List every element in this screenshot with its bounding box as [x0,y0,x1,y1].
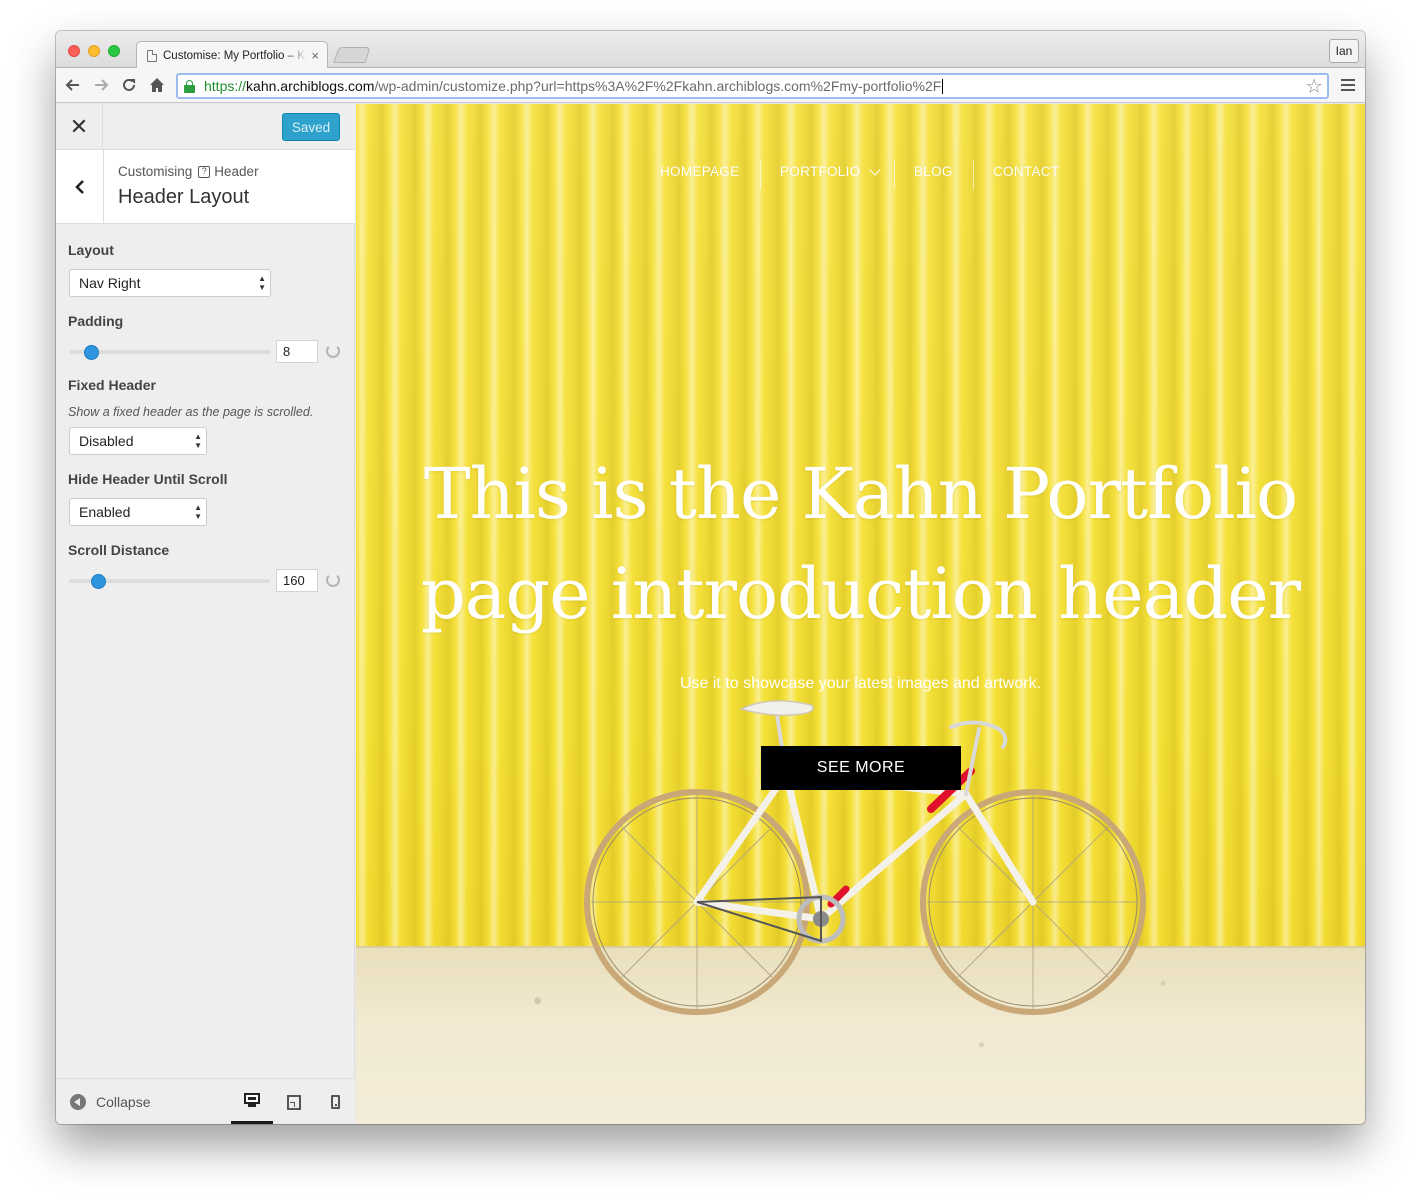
browser-window: Customise: My Portfolio – Kahn × Ian htt… [56,31,1365,1124]
nav-contact[interactable]: CONTACT [993,164,1059,179]
nav-divider [760,160,761,190]
hero-title: This is the Kahn Portfolio page introduc… [356,444,1365,644]
padding-slider-track[interactable] [69,350,270,354]
star-icon[interactable]: ☆ [1305,75,1323,97]
saved-button[interactable]: Saved [282,113,340,141]
lock-icon [184,79,195,93]
reload-icon[interactable] [118,74,140,96]
home-icon[interactable] [146,74,168,96]
layout-label: Layout [68,242,114,258]
padding-slider-thumb[interactable] [84,345,99,360]
section-title: Header Layout [118,186,250,208]
back-button[interactable] [56,150,104,223]
fixed-header-description: Show a fixed header as the page is scrol… [68,405,314,419]
select-arrows-icon: ▲ ▼ [194,432,202,450]
browser-toolbar: https://kahn.archiblogs.com/wp-admin/cus… [56,68,1365,103]
collapse-label: Collapse [96,1094,151,1110]
breadcrumb-section: Header [214,164,259,179]
fixed-header-select-value: Disabled [79,433,134,449]
nav-blog[interactable]: BLOG [914,164,953,179]
url-host: kahn.archiblogs.com [246,78,375,94]
hero-title-line-2: page introduction header [420,553,1301,635]
site-navigation: HOMEPAGE PORTFOLIO BLOG CONTACT [356,160,1365,190]
padding-number-input[interactable]: 8 [276,340,318,363]
close-window-button[interactable] [68,45,80,57]
hide-header-select-value: Enabled [79,504,131,520]
scroll-distance-number-input[interactable]: 160 [276,569,318,592]
hero-subtitle: Use it to showcase your latest images an… [679,675,1042,692]
page-icon [147,49,157,62]
text-caret [942,78,944,94]
url-scheme: https:// [204,78,247,94]
tab-strip: Customise: My Portfolio – Kahn × Ian [56,31,1365,69]
scroll-distance-label: Scroll Distance [68,542,170,558]
mobile-icon [330,1095,340,1109]
layout-select-value: Nav Right [79,275,141,291]
mobile-preview-button[interactable] [314,1079,356,1124]
collapse-button[interactable]: Collapse [70,1094,150,1110]
section-header: Customising ? Header Header Layout [56,150,355,224]
hide-header-select[interactable]: Enabled ▲ ▼ [69,498,207,526]
minimize-window-button[interactable] [88,45,100,57]
padding-reset-icon[interactable] [326,344,340,358]
customizer-panel: ✕ Saved Customising ? Header Header Layo… [56,104,355,1124]
scroll-distance-reset-icon[interactable] [326,573,340,587]
tab-close-icon[interactable]: × [311,48,319,63]
close-customizer-button[interactable]: ✕ [56,104,103,150]
customizer-header: ✕ Saved [56,104,355,150]
new-tab-button[interactable] [333,47,371,63]
nav-homepage[interactable]: HOMEPAGE [660,164,739,179]
hero-title-line-1: This is the Kahn Portfolio [423,453,1298,535]
chevron-down-icon [869,164,881,176]
nav-divider [973,160,974,190]
menu-icon[interactable] [1341,78,1355,92]
select-arrows-icon: ▲ ▼ [194,503,202,521]
maximize-window-button[interactable] [108,45,120,57]
browser-tab[interactable]: Customise: My Portfolio – Kahn × [136,41,328,69]
back-arrow-icon[interactable] [62,74,84,96]
fixed-header-label: Fixed Header [68,377,156,393]
tab-title: Customise: My Portfolio – Kahn [163,49,307,62]
customizer-footer: Collapse [56,1078,355,1124]
profile-button[interactable]: Ian [1329,39,1359,63]
help-icon[interactable]: ? [198,165,211,178]
address-bar[interactable]: https://kahn.archiblogs.com/wp-admin/cus… [176,73,1329,99]
nav-divider [894,160,895,190]
url-path: /wp-admin/customize.php?url=https%3A%2F%… [374,78,942,94]
site-preview: HOMEPAGE PORTFOLIO BLOG CONTACT This is … [356,104,1365,1124]
select-arrows-icon: ▲ ▼ [258,274,266,292]
tablet-icon [287,1094,301,1110]
layout-select[interactable]: Nav Right ▲ ▼ [69,269,271,297]
collapse-icon [70,1094,86,1110]
breadcrumb-prefix: Customising [118,164,193,179]
see-more-button[interactable]: SEE MORE [761,746,961,790]
nav-portfolio[interactable]: PORTFOLIO [780,164,860,179]
breadcrumb: Customising ? Header [118,164,259,179]
fixed-header-select[interactable]: Disabled ▲ ▼ [69,427,207,455]
scroll-distance-slider-thumb[interactable] [91,574,106,589]
padding-label: Padding [68,313,124,329]
forward-arrow-icon[interactable] [90,74,112,96]
tablet-preview-button[interactable] [273,1079,315,1124]
hide-header-label: Hide Header Until Scroll [68,471,228,487]
desktop-icon [244,1092,260,1108]
desktop-preview-button[interactable] [231,1079,273,1124]
